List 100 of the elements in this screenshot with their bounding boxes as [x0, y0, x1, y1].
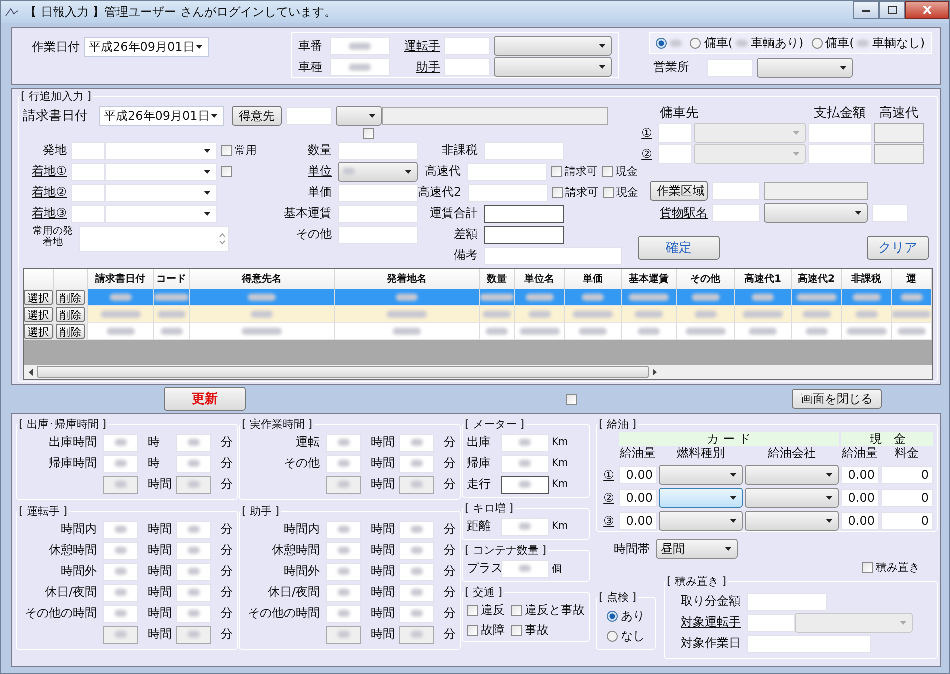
checkbox[interactable]: 違反	[467, 602, 505, 619]
checkbox[interactable]: 積み置き	[862, 560, 920, 574]
date-picker[interactable]: 平成26年09月01日	[99, 106, 224, 126]
input-field[interactable]	[501, 476, 549, 494]
table-row[interactable]: 選択 削除	[24, 306, 932, 323]
close-screen-button[interactable]: 画面を閉じる	[792, 389, 882, 409]
radio-button[interactable]: あり	[607, 608, 651, 625]
blurred-text	[743, 310, 783, 318]
driver-link[interactable]: 運転手	[394, 38, 440, 54]
blurred-text	[410, 439, 422, 446]
destination-link[interactable]: 着地②	[23, 184, 67, 201]
date-picker[interactable]: 平成26年09月01日	[84, 37, 209, 57]
row-number-link[interactable]: ②	[638, 147, 656, 161]
radio-button[interactable]	[656, 38, 682, 48]
unit-label: 時間	[370, 521, 396, 538]
station-link[interactable]: 貨物駅名	[650, 204, 708, 222]
checkbox[interactable]: 請求可	[552, 185, 599, 200]
radio-button[interactable]: 傭車( 車輌あり)	[690, 34, 804, 52]
input-field[interactable]: 0.00	[841, 489, 879, 507]
driver-link[interactable]: 助手	[394, 58, 440, 76]
caret-icon	[730, 519, 737, 523]
scrollbar-thumb[interactable]	[37, 366, 649, 378]
checkbox[interactable]: 現金	[602, 164, 638, 179]
blurred-text	[338, 568, 350, 575]
input-field[interactable]: 0.00	[619, 466, 657, 484]
clear-button[interactable]: クリア	[867, 236, 929, 260]
dropdown[interactable]	[745, 511, 839, 531]
update-button[interactable]: 更新	[164, 387, 246, 411]
row-number-link[interactable]: ①	[638, 126, 656, 140]
driver-link[interactable]: 対象運転手	[669, 614, 741, 631]
confirm-button[interactable]: 確定	[638, 236, 720, 260]
blurred-text	[519, 439, 531, 446]
unit-link[interactable]: 単位	[263, 163, 338, 180]
blurred-text	[106, 328, 134, 334]
delete-button[interactable]: 削除	[56, 306, 85, 322]
input-field[interactable]: 0.00	[841, 512, 879, 530]
field-label: 出庫時間	[48, 434, 97, 451]
field-label: その他の時間	[247, 605, 320, 622]
checkbox[interactable]: 請求可	[551, 164, 598, 179]
checkbox[interactable]: 常用	[221, 143, 257, 158]
delete-button[interactable]: 削除	[56, 290, 85, 304]
checkbox[interactable]: 事故	[511, 622, 585, 639]
row-number-link[interactable]: ③	[601, 514, 617, 528]
dropdown[interactable]	[494, 57, 612, 77]
select-button[interactable]: 選択	[24, 290, 53, 304]
dropdown[interactable]	[338, 162, 418, 182]
radio-button[interactable]: なし	[607, 628, 651, 645]
blurred-text	[410, 481, 422, 488]
checkbox[interactable]: 故障	[467, 622, 505, 639]
dropdown[interactable]	[745, 488, 839, 508]
dropdown[interactable]	[494, 36, 612, 56]
input-field[interactable]: 0.00	[619, 489, 657, 507]
note-field[interactable]	[484, 246, 622, 264]
customer-button[interactable]: 得意先	[232, 106, 282, 126]
input-field[interactable]: 0.00	[841, 466, 879, 484]
text-area[interactable]	[79, 226, 229, 252]
work-area-button[interactable]: 作業区域	[650, 181, 708, 201]
checkbox[interactable]	[221, 166, 232, 177]
radio-button[interactable]: 傭車( 車輌なし)	[812, 34, 925, 52]
dropdown[interactable]	[745, 465, 839, 485]
right-arrow-icon	[652, 368, 658, 376]
close-button[interactable]	[905, 1, 949, 19]
checkbox[interactable]: 現金	[602, 185, 639, 200]
table-row[interactable]: 選択 削除	[24, 323, 932, 340]
dropdown[interactable]	[757, 58, 854, 78]
row-number-link[interactable]: ②	[601, 491, 617, 505]
select-button[interactable]: 選択	[24, 306, 53, 322]
dropdown[interactable]	[659, 488, 743, 508]
input-field[interactable]: 0	[881, 466, 933, 484]
checkbox[interactable]	[363, 128, 374, 139]
dropdown[interactable]	[659, 465, 743, 485]
destination-link[interactable]: 着地①	[23, 163, 67, 180]
caret-icon	[204, 148, 211, 152]
dropdown[interactable]	[659, 511, 743, 531]
group-title: [ メーター ]	[464, 417, 526, 432]
blurred-text	[158, 310, 186, 318]
select-button[interactable]: 選択	[24, 324, 53, 338]
checkbox[interactable]: 違反と事故	[511, 602, 585, 619]
left-arrow-icon	[28, 368, 34, 376]
input-field[interactable]: 0.00	[619, 512, 657, 530]
dropdown[interactable]	[764, 203, 868, 223]
delete-button[interactable]: 削除	[56, 324, 85, 338]
destination-link[interactable]: 着地③	[23, 205, 67, 222]
maximize-button[interactable]	[879, 1, 905, 19]
row-number-link[interactable]: ①	[601, 468, 617, 482]
dropdown[interactable]	[336, 106, 382, 126]
table-row[interactable]: 選択 削除	[24, 289, 932, 306]
checkbox[interactable]	[566, 394, 577, 404]
input-field[interactable]: 0	[881, 512, 933, 530]
group-title: [ 出庫･帰庫時間 ]	[18, 417, 108, 432]
group-title: [ 行追加入力 ]	[20, 90, 93, 104]
blurred-text	[638, 328, 660, 334]
caret-icon	[793, 152, 800, 156]
unit-label: 時間	[147, 542, 173, 559]
blurred-text	[635, 310, 663, 318]
dropdown[interactable]: 昼間	[656, 539, 738, 559]
caret-icon	[840, 66, 848, 70]
horizontal-scrollbar[interactable]	[24, 365, 932, 379]
minimize-button[interactable]	[853, 1, 879, 19]
input-field[interactable]: 0	[881, 489, 933, 507]
